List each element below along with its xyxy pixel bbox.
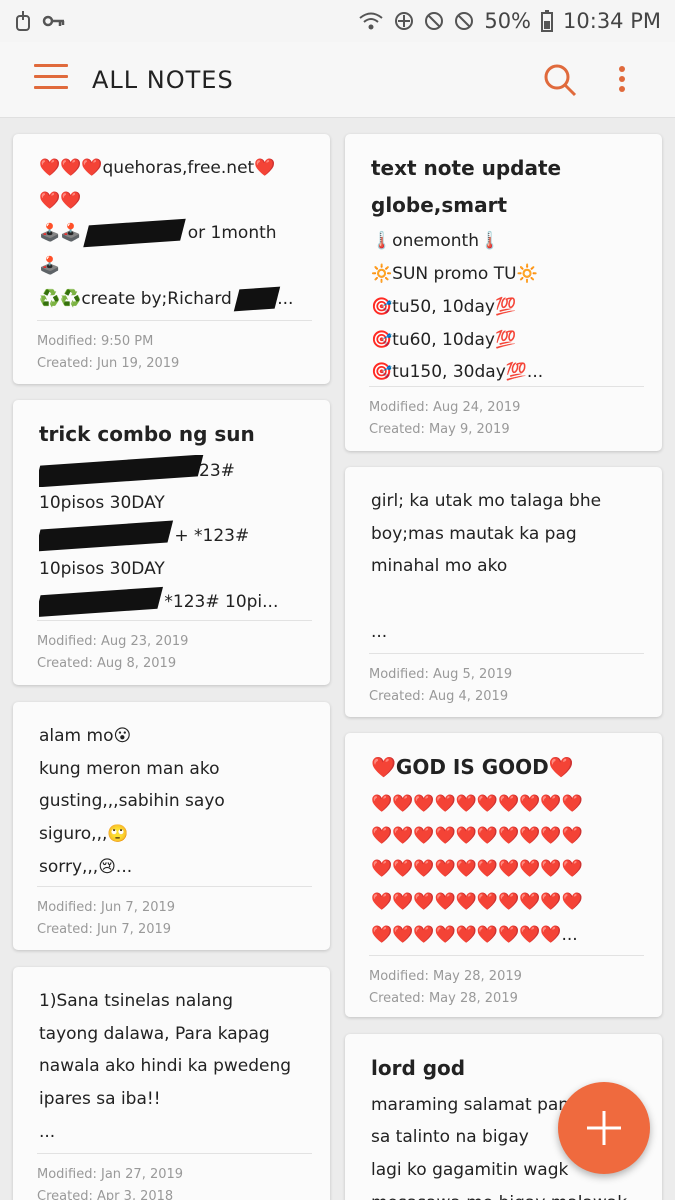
battery-percent: 50% (484, 9, 532, 33)
note-title: lord god (371, 1056, 466, 1080)
note-line: girl; ka utak mo talaga bhe (371, 491, 602, 511)
note-line: nawala ako hindi ka pwedeng (39, 1056, 292, 1077)
note-line (371, 583, 638, 616)
note-line: 10pisos 30DAY (39, 558, 165, 579)
add-note-button[interactable] (558, 1082, 650, 1174)
note-line: mosasawa mo bigay malawak (371, 1187, 638, 1200)
note-line: 10pisos 30DAY (39, 493, 165, 514)
modified-date: Modified: Aug 5, 2019 (369, 667, 513, 682)
note-line: globe,smart (371, 192, 508, 217)
note-line: ❤️❤️❤️❤️❤️❤️❤️❤️❤️❤️ (371, 891, 583, 912)
key-icon (42, 12, 66, 30)
note-line: 🕹️🕹️ or 1month (39, 217, 306, 250)
note-line: ... (39, 1121, 56, 1142)
status-left (14, 10, 66, 32)
blocked-icon (454, 11, 474, 31)
wifi-icon (358, 11, 384, 31)
status-bar: 50% 10:34 PM (0, 0, 675, 42)
page-title: ALL NOTES (92, 66, 234, 94)
menu-icon (34, 75, 68, 78)
note-line: gusting,,,sabihin sayo (39, 791, 225, 812)
menu-icon (34, 86, 68, 89)
note-line: 1)Sana tsinelas nalang (39, 991, 234, 1011)
note-line: 23# (39, 454, 306, 488)
note-line: ❤️❤️ (39, 190, 82, 211)
modified-date: Modified: Aug 24, 2019 (369, 400, 521, 415)
note-meta: Modified: Jun 7, 2019 Created: Jun 7, 20… (37, 886, 312, 941)
search-button[interactable] (540, 60, 580, 100)
note-line: kung meron man ako (39, 758, 220, 779)
note-line: sorry,,,😢... (39, 856, 133, 877)
note-title: trick combo ng sun (39, 422, 255, 446)
usb-icon (14, 10, 32, 32)
created-date: Created: Jun 19, 2019 (37, 356, 180, 371)
note-line: siguro,,,🙄 (39, 824, 129, 845)
note-card[interactable]: ❤️❤️❤️quehoras,free.net❤️ ❤️❤️ 🕹️🕹️ or 1… (13, 134, 330, 384)
note-line: tayong dalawa, Para kapag (39, 1023, 270, 1044)
note-line: ipares sa iba!! (39, 1089, 161, 1110)
created-date: Created: Jun 7, 2019 (37, 922, 172, 937)
note-meta: Modified: Jan 27, 2019 Created: Apr 3, 2… (37, 1153, 312, 1200)
created-date: Created: Apr 3, 2018 (37, 1189, 174, 1200)
note-line: 🎯tu60, 10day💯 (371, 329, 517, 350)
blocked-icon (424, 11, 444, 31)
modified-date: Modified: Jun 7, 2019 (37, 900, 176, 915)
note-card[interactable]: 1)Sana tsinelas nalang tayong dalawa, Pa… (13, 967, 330, 1200)
note-meta: Modified: Aug 24, 2019 Created: May 9, 2… (369, 386, 644, 441)
app-bar: ALL NOTES (0, 42, 675, 118)
note-line: *123# 10pi... (39, 586, 306, 619)
note-line: minahal mo ako (371, 556, 508, 577)
more-dot-icon (619, 86, 625, 92)
note-line: 🎯tu50, 10day💯 (371, 296, 517, 317)
note-meta: Modified: Aug 5, 2019 Created: Aug 4, 20… (369, 653, 644, 708)
note-meta: Modified: Aug 23, 2019 Created: Aug 8, 2… (37, 620, 312, 675)
note-line: ❤️❤️❤️❤️❤️❤️❤️❤️❤️❤️ (371, 859, 583, 880)
note-line: + *123# (39, 520, 306, 553)
note-line: alam mo😮 (39, 726, 132, 746)
modified-date: Modified: 9:50 PM (37, 334, 154, 349)
modified-date: Modified: May 28, 2019 (369, 969, 522, 984)
note-meta: Modified: 9:50 PM Created: Jun 19, 2019 (37, 320, 312, 375)
clock: 10:34 PM (563, 9, 661, 33)
note-line: ❤️❤️❤️❤️❤️❤️❤️❤️❤️... (371, 924, 578, 945)
menu-icon (34, 64, 68, 67)
more-options-button[interactable] (608, 62, 636, 102)
note-line: boy;mas mautak ka pag (371, 523, 577, 544)
note-line: ❤️GOD IS GOOD❤️ (371, 755, 574, 779)
note-line: 🔆SUN promo TU🔆 (371, 264, 538, 285)
more-dot-icon (619, 66, 625, 72)
created-date: Created: May 9, 2019 (369, 422, 510, 437)
note-title: text note update (371, 156, 562, 180)
note-card[interactable]: text note update globe,smart 🌡️onemonth🌡… (345, 134, 662, 451)
note-card[interactable]: ❤️GOD IS GOOD❤️ ❤️❤️❤️❤️❤️❤️❤️❤️❤️❤️ ❤️❤… (345, 733, 662, 1017)
created-date: Created: Aug 8, 2019 (37, 656, 177, 671)
modified-date: Modified: Jan 27, 2019 (37, 1167, 184, 1182)
note-line: ❤️❤️❤️❤️❤️❤️❤️❤️❤️❤️ (371, 793, 583, 814)
modified-date: Modified: Aug 23, 2019 (37, 634, 189, 649)
data-icon (394, 11, 414, 31)
battery-icon (541, 10, 554, 32)
note-line: ... (371, 621, 388, 642)
note-line: ❤️❤️❤️quehoras,free.net❤️ (39, 158, 276, 178)
note-meta: Modified: May 28, 2019 Created: May 28, … (369, 955, 644, 1010)
status-right: 50% 10:34 PM (358, 9, 661, 33)
note-card[interactable]: trick combo ng sun 23# 10pisos 30DAY + *… (13, 400, 330, 685)
note-card[interactable]: alam mo😮 kung meron man ako gusting,,,sa… (13, 702, 330, 950)
search-icon (544, 64, 577, 97)
created-date: Created: May 28, 2019 (369, 991, 518, 1006)
note-line: 🎯tu150, 30day💯... (371, 362, 544, 383)
note-card[interactable]: girl; ka utak mo talaga bhe boy;mas maut… (345, 467, 662, 717)
menu-button[interactable] (34, 64, 68, 94)
note-line: ♻️♻️create by;Richard ... (39, 283, 306, 316)
note-line: ❤️❤️❤️❤️❤️❤️❤️❤️❤️❤️ (371, 826, 583, 847)
note-line: 🕹️ (39, 256, 61, 277)
created-date: Created: Aug 4, 2019 (369, 689, 509, 704)
more-dot-icon (619, 76, 625, 82)
note-line: 🌡️onemonth🌡️ (371, 231, 501, 252)
